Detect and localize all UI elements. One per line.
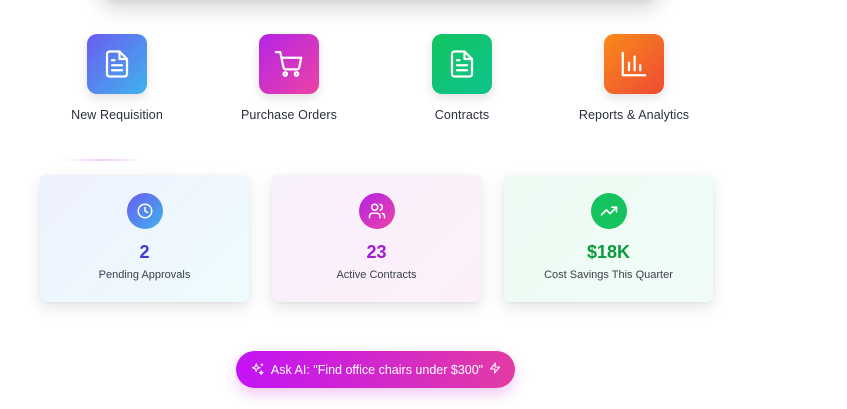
shopping-cart-icon xyxy=(274,51,303,77)
cost-savings-label: Cost Savings This Quarter xyxy=(544,269,673,281)
new-requisition-tile[interactable] xyxy=(87,34,147,94)
active-contracts-label: Active Contracts xyxy=(336,269,417,281)
ask-ai-label: Ask AI: "Find office chairs under $300" xyxy=(270,362,484,377)
pending-approvals-label: Pending Approvals xyxy=(98,269,191,281)
divider-accent xyxy=(62,159,144,161)
users-icon xyxy=(368,203,385,219)
purchase-orders-action[interactable]: Purchase Orders xyxy=(199,34,379,122)
ask-ai-button[interactable]: Ask AI: "Find office chairs under $300" xyxy=(236,351,515,388)
pending-approvals-card[interactable]: 2 Pending Approvals xyxy=(40,175,249,302)
new-requisition-label: New Requisition xyxy=(71,108,163,122)
contract-document-icon xyxy=(450,50,474,78)
contracts-label: Contracts xyxy=(434,108,490,122)
active-contracts-card[interactable]: 23 Active Contracts xyxy=(272,175,481,302)
active-contracts-value: 23 xyxy=(366,242,387,262)
new-requisition-action[interactable]: New Requisition xyxy=(27,34,207,122)
pending-approvals-value: 2 xyxy=(139,242,150,262)
contracts-tile[interactable] xyxy=(432,34,492,94)
cost-savings-badge xyxy=(590,193,627,229)
purchase-orders-tile[interactable] xyxy=(259,34,319,94)
bar-chart-icon xyxy=(621,51,647,77)
cost-savings-card[interactable]: $18K Cost Savings This Quarter xyxy=(504,175,713,302)
cost-savings-value: $18K xyxy=(586,242,631,262)
pending-approvals-badge xyxy=(126,193,163,229)
trending-up-icon xyxy=(600,206,617,216)
purchase-orders-label: Purchase Orders xyxy=(241,108,337,122)
lightning-bolt-icon xyxy=(490,362,501,374)
reports-analytics-label: Reports & Analytics xyxy=(578,108,690,122)
document-icon xyxy=(105,50,129,78)
reports-analytics-action[interactable]: Reports & Analytics xyxy=(544,34,724,122)
sparkles-icon xyxy=(251,363,264,376)
active-contracts-badge xyxy=(358,193,395,229)
clock-icon xyxy=(137,203,152,219)
bolt-wrapper xyxy=(489,362,501,377)
contracts-action[interactable]: Contracts xyxy=(372,34,552,122)
dashboard-canvas: New Requisition Purchase Orders Contract… xyxy=(0,0,847,409)
reports-analytics-tile[interactable] xyxy=(604,34,664,94)
